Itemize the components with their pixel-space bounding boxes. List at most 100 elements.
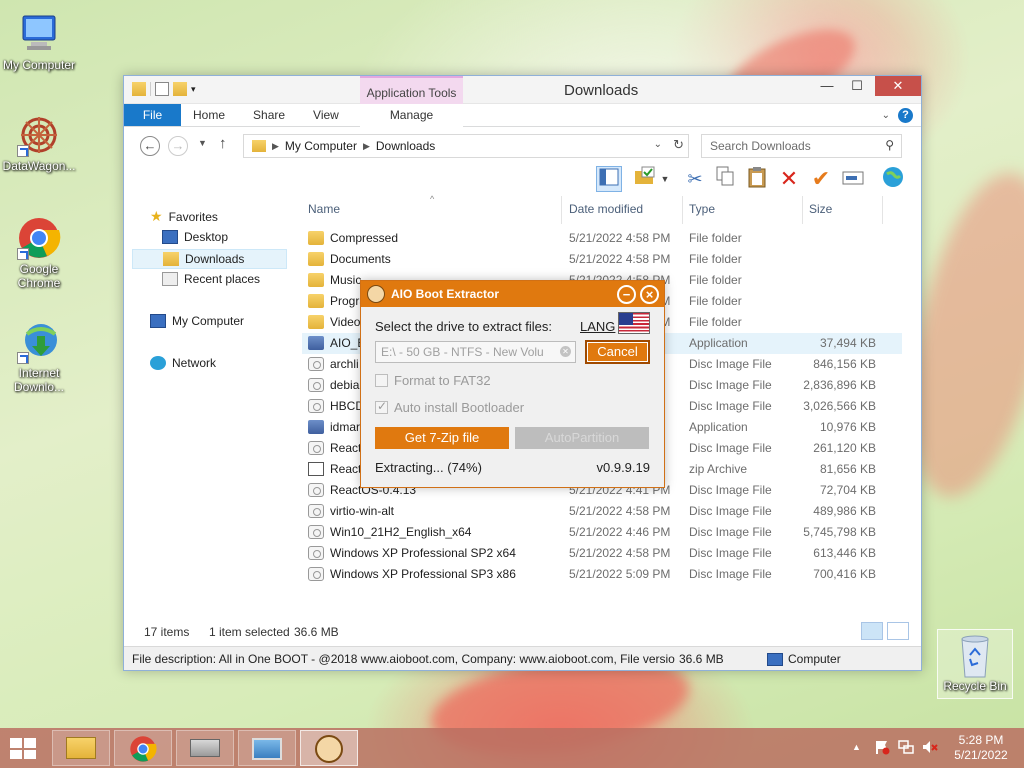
details-pane-icon[interactable]	[596, 166, 622, 192]
expand-ribbon-icon[interactable]: ⌄	[882, 110, 890, 121]
nav-favorites-label: Favorites	[168, 209, 218, 224]
chevron-down-icon[interactable]: ▾	[191, 82, 201, 96]
minimize-button[interactable]: —	[812, 76, 842, 96]
recent-locations-icon[interactable]: ▼	[198, 138, 207, 148]
taskbar-image-viewer[interactable]	[238, 730, 296, 766]
tab-manage[interactable]: Manage	[360, 104, 463, 127]
chevron-right-icon[interactable]: ▶	[272, 141, 279, 152]
breadcrumb-my-computer[interactable]: My Computer	[285, 139, 357, 153]
desktop-icon-my-computer[interactable]: My Computer	[0, 12, 78, 72]
table-row[interactable]: Win10_21H2_English_x64 5/21/2022 4:46 PM D…	[302, 522, 902, 543]
title-bar[interactable]: ▾ Application Tools Downloads — ☐ ✕	[124, 76, 921, 107]
tab-home[interactable]: Home	[181, 104, 239, 126]
nav-network[interactable]: Network	[150, 356, 216, 370]
network-status-icon[interactable]	[898, 739, 914, 758]
auto-install-bootloader-checkbox[interactable]: Auto install Bootloader	[375, 399, 524, 415]
close-button[interactable]: ✕	[875, 76, 921, 96]
autopartition-button[interactable]: AutoPartition	[515, 427, 649, 449]
column-header-name[interactable]: Name	[308, 202, 340, 216]
chevron-down-icon[interactable]: ⌄	[654, 139, 662, 150]
dialog-title-bar[interactable]: AIO Boot Extractor − ×	[361, 281, 664, 307]
breadcrumb-downloads[interactable]: Downloads	[376, 139, 435, 153]
table-row[interactable]: Compressed 5/21/2022 4:58 PM File folder	[302, 228, 902, 249]
large-icons-view-icon[interactable]	[887, 622, 909, 640]
close-button[interactable]: ×	[640, 285, 659, 304]
column-divider[interactable]	[561, 196, 562, 224]
lang-link[interactable]: LANG	[580, 319, 615, 334]
chrome-icon	[129, 735, 157, 763]
cell-size: 700,416 KB	[813, 567, 876, 581]
format-fat32-checkbox[interactable]: Format to FAT32	[375, 373, 491, 388]
column-header-size[interactable]: Size	[809, 202, 832, 216]
desktop-icon-google-chrome[interactable]: Google Chrome	[0, 216, 78, 290]
delete-icon[interactable]: ✕	[776, 166, 802, 192]
disc-icon	[308, 504, 324, 518]
us-flag-icon[interactable]	[618, 312, 650, 334]
chevron-down-icon[interactable]: ▼	[658, 166, 672, 192]
table-row[interactable]: virtio-win-alt 5/21/2022 4:58 PM Disc Imag…	[302, 501, 902, 522]
nav-my-computer[interactable]: My Computer	[150, 314, 244, 328]
nav-recent-places[interactable]: Recent places	[162, 272, 260, 286]
paste-icon[interactable]	[744, 166, 770, 192]
computer-icon	[150, 314, 166, 328]
checkbox-box[interactable]	[375, 374, 388, 387]
taskbar-aio-boot-extractor[interactable]	[300, 730, 358, 766]
desktop-icon-datawagon[interactable]: DataWagon...	[0, 113, 78, 173]
new-folder-icon[interactable]	[173, 82, 187, 96]
cut-icon[interactable]: ✂	[682, 166, 708, 192]
table-row[interactable]: Windows XP Professional SP3 x86 5/21/2022…	[302, 564, 902, 585]
help-icon[interactable]: ?	[898, 108, 913, 123]
desktop-icon-recycle-bin[interactable]: Recycle Bin	[937, 629, 1013, 699]
table-row[interactable]: Documents 5/21/2022 4:58 PM File folder	[302, 249, 902, 270]
search-icon[interactable]: ⚲	[885, 138, 894, 152]
chevron-right-icon[interactable]: ▶	[363, 141, 370, 152]
forward-button[interactable]: →	[168, 136, 188, 156]
system-clock[interactable]: 5:28 PM 5/21/2022	[946, 733, 1016, 763]
cell-type: File folder	[689, 294, 742, 308]
details-view-icon[interactable]	[861, 622, 883, 640]
desktop-icon-internet-download-manager[interactable]: Internet Downlo...	[0, 320, 78, 394]
drive-select[interactable]: E:\ - 50 GB - NTFS - New Volu ✕	[375, 341, 576, 363]
minimize-button[interactable]: −	[617, 285, 636, 304]
action-center-icon[interactable]	[874, 739, 890, 758]
nav-downloads[interactable]: Downloads	[132, 249, 287, 269]
search-input[interactable]: Search Downloads ⚲	[701, 134, 902, 158]
table-row[interactable]: Windows XP Professional SP2 x64 5/21/2022…	[302, 543, 902, 564]
address-bar[interactable]: ▶ My Computer ▶ Downloads ⌄ ↻	[243, 134, 689, 158]
application-tools-label: Application Tools	[360, 76, 463, 107]
refresh-icon[interactable]: ↻	[673, 137, 684, 153]
show-hidden-icons[interactable]: ▲	[852, 742, 861, 752]
aio-boot-extractor-dialog[interactable]: AIO Boot Extractor − × Select the drive …	[360, 280, 665, 488]
cancel-button[interactable]: Cancel	[585, 340, 650, 364]
column-header-date[interactable]: Date modified	[569, 202, 643, 216]
column-divider[interactable]	[802, 196, 803, 224]
taskbar-file-explorer[interactable]	[52, 730, 110, 766]
column-header-type[interactable]: Type	[689, 202, 715, 216]
rename-icon[interactable]	[840, 166, 866, 192]
back-button[interactable]: ←	[140, 136, 160, 156]
folder-options-icon[interactable]	[632, 166, 658, 192]
get-7zip-button[interactable]: Get 7-Zip file	[375, 427, 509, 449]
maximize-button[interactable]: ☐	[842, 76, 872, 96]
nav-favorites[interactable]: ★ Favorites	[150, 208, 218, 225]
taskbar-drive-tool[interactable]	[176, 730, 234, 766]
column-divider[interactable]	[882, 196, 883, 224]
taskbar-chrome[interactable]	[114, 730, 172, 766]
tab-share[interactable]: Share	[239, 104, 299, 126]
properties-icon[interactable]	[155, 82, 169, 96]
cell-size: 613,446 KB	[813, 546, 876, 560]
up-arrow-icon[interactable]: ↑	[219, 135, 227, 152]
tab-file[interactable]: File	[124, 104, 181, 126]
checkbox-box[interactable]	[375, 399, 388, 414]
nav-desktop[interactable]: Desktop	[162, 230, 228, 244]
folder-icon[interactable]	[132, 82, 146, 96]
tab-view[interactable]: View	[299, 104, 353, 126]
start-button[interactable]	[10, 738, 36, 759]
globe-icon[interactable]	[880, 166, 906, 192]
drive-value: E:\ - 50 GB - NTFS - New Volu	[381, 345, 544, 359]
volume-muted-icon[interactable]	[922, 739, 938, 758]
checkmark-icon[interactable]: ✔	[808, 166, 834, 192]
clear-icon[interactable]: ✕	[560, 346, 571, 357]
copy-icon[interactable]	[712, 166, 738, 192]
column-divider[interactable]	[682, 196, 683, 224]
